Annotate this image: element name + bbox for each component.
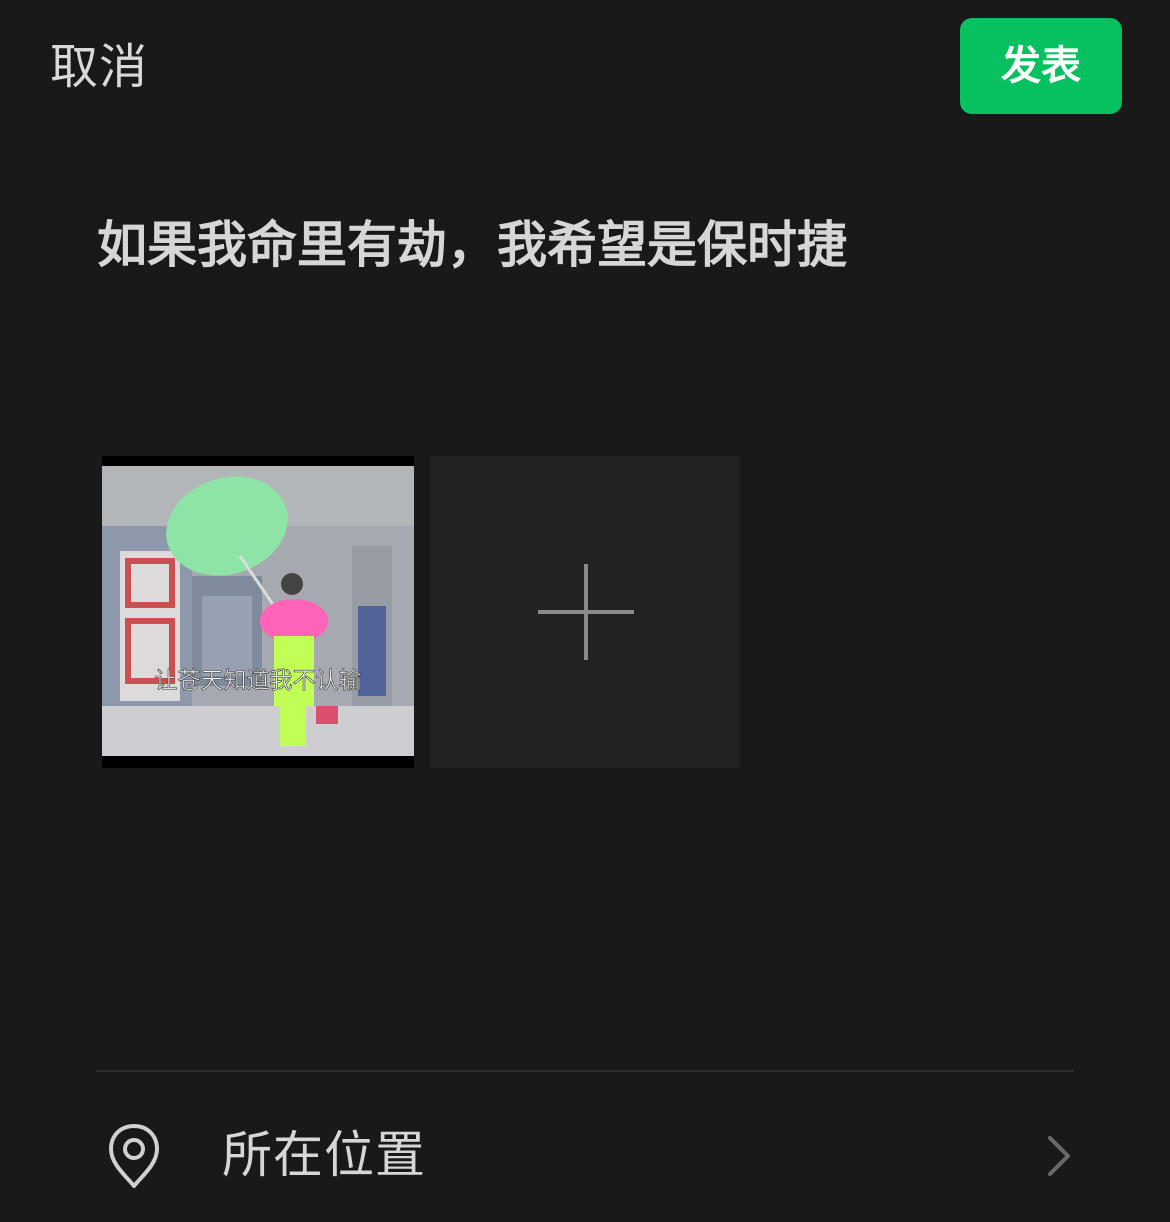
chevron-right-icon	[1048, 1136, 1070, 1176]
cancel-button[interactable]: 取消	[50, 34, 148, 100]
location-option[interactable]: 所在位置	[96, 1090, 1074, 1222]
image-thumbnail[interactable]: 让苍天知道我不认输	[102, 456, 414, 768]
post-text[interactable]: 如果我命里有劫，我希望是保时捷	[97, 210, 1077, 280]
publish-button[interactable]: 发表	[960, 18, 1122, 114]
location-label: 所在位置	[222, 1126, 426, 1184]
add-media-button[interactable]	[430, 456, 740, 768]
thumbnail-image: 让苍天知道我不认输	[102, 456, 414, 768]
divider	[96, 1070, 1074, 1072]
thumbnail-caption: 让苍天知道我不认输	[155, 668, 362, 694]
location-pin-icon	[109, 1124, 159, 1188]
